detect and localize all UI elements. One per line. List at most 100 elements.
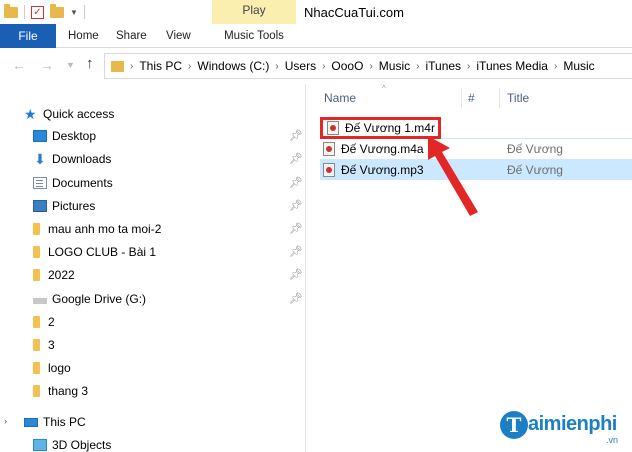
pin-icon[interactable]: 📌︎ (289, 222, 303, 235)
folder-icon (33, 339, 40, 351)
folder-icon (33, 316, 40, 328)
documents-icon (33, 177, 47, 189)
watermark-logo-mark: T (500, 411, 528, 439)
chevron-right-icon[interactable]: › (320, 61, 327, 72)
nav-label: Downloads (52, 152, 112, 166)
drive-icon (33, 298, 47, 304)
pin-icon[interactable]: 📌︎ (289, 245, 303, 258)
pin-icon[interactable]: 📌︎ (289, 199, 303, 212)
nav-label: 3D Objects (52, 438, 112, 452)
address-bar[interactable]: › This PC › Windows (C:) › Users › OooO … (104, 53, 632, 79)
folder-icon (33, 385, 40, 397)
tab-music-tools[interactable]: Music Tools (212, 24, 296, 48)
nav-label: Desktop (52, 129, 97, 143)
forward-arrow-icon[interactable]: → (40, 57, 54, 73)
recent-locations-chevron-icon[interactable]: ▼ (66, 60, 75, 70)
column-header-name[interactable]: Name (324, 91, 356, 105)
audio-file-icon (327, 121, 339, 135)
back-arrow-icon[interactable]: ← (12, 57, 26, 73)
tab-file[interactable]: File (0, 24, 56, 48)
file-title: Đế Vương (507, 141, 563, 156)
nav-quick-access[interactable]: ★ Quick access (24, 103, 330, 125)
nav-label: thang 3 (48, 384, 89, 398)
chevron-right-icon[interactable]: › (273, 61, 280, 72)
nav-label: mau anh mo ta moi-2 (48, 222, 162, 236)
nav-label: 2022 (48, 268, 75, 282)
breadcrumb-music[interactable]: Music (375, 59, 414, 73)
watermark-brand: aimienphi (528, 413, 617, 435)
file-title: Đế Vương (507, 162, 563, 177)
breadcrumb-itunes[interactable]: iTunes (421, 59, 465, 73)
properties-icon[interactable]: ✓ (31, 5, 44, 19)
chevron-down-icon[interactable]: ▼ (70, 8, 78, 17)
nav-label: Pictures (52, 199, 96, 213)
chevron-right-icon[interactable]: › (552, 61, 559, 72)
nav-label: 3 (48, 338, 55, 352)
title-bar: ✓ ▼ Play NhacCuaTui.com (0, 0, 632, 48)
breadcrumb-itunes-media[interactable]: iTunes Media (472, 59, 552, 73)
sort-chevron-icon: ^ (382, 84, 386, 93)
address-bar-area: ← → ▼ ↑ › This PC › Windows (C:) › Users… (0, 49, 632, 83)
column-divider[interactable] (461, 88, 462, 108)
folder-icon (33, 223, 40, 235)
computer-icon (24, 417, 38, 427)
folder-icon (33, 362, 40, 374)
pin-icon[interactable]: 📌︎ (289, 268, 303, 281)
folder-icon (33, 246, 40, 258)
nav-item-3d-objects[interactable]: 3D Objects (33, 434, 339, 452)
quick-access-toolbar: ✓ ▼ (4, 3, 85, 19)
pin-icon[interactable]: 📌︎ (289, 129, 303, 142)
chevron-right-icon[interactable]: › (367, 61, 374, 72)
nav-this-pc[interactable]: This PC (24, 411, 330, 433)
expand-chevron-icon[interactable]: › (4, 416, 7, 426)
folder-icon (111, 60, 124, 72)
tab-view[interactable]: View (166, 24, 191, 48)
pictures-icon (33, 200, 47, 212)
audio-file-icon (323, 162, 335, 177)
downloads-icon: ⬇ (34, 151, 46, 167)
nav-label: This PC (43, 415, 86, 429)
navigation-pane[interactable]: ★ Quick access Desktop 📌︎ ⬇ Downloads 📌︎… (0, 84, 306, 452)
chevron-right-icon[interactable]: › (128, 61, 135, 72)
tab-share[interactable]: Share (116, 24, 147, 48)
file-name: Đế Vương.mp3 (341, 162, 424, 177)
column-header-title[interactable]: Title (507, 91, 529, 105)
chevron-right-icon[interactable]: › (465, 61, 472, 72)
chevron-right-icon[interactable]: › (186, 61, 193, 72)
nav-label: 2 (48, 315, 55, 329)
contextual-tab-label: Play (242, 3, 266, 17)
chevron-right-icon[interactable]: › (414, 61, 421, 72)
annotation-arrow-icon (428, 136, 478, 216)
pin-icon[interactable]: 📌︎ (289, 176, 303, 189)
breadcrumb-windows-c[interactable]: Windows (C:) (193, 59, 273, 73)
folder-icon (33, 269, 40, 281)
nav-label: logo (48, 361, 71, 375)
nav-item-folder[interactable]: logo (29, 357, 335, 379)
nav-item-folder[interactable]: thang 3 (29, 380, 335, 402)
nav-label: Documents (52, 176, 113, 190)
nav-label: LOGO CLUB - Bài 1 (48, 245, 157, 259)
folder-icon (4, 3, 18, 18)
watermark-tld: .vn (606, 435, 619, 445)
new-folder-icon[interactable] (50, 3, 64, 18)
desktop-icon (33, 130, 47, 142)
breadcrumb-this-pc[interactable]: This PC (135, 59, 186, 73)
breadcrumb-music-current[interactable]: Music (559, 59, 598, 73)
file-name: Đế Vương.m4a (341, 141, 424, 156)
watermark-logo: T aimienphi .vn (500, 405, 630, 445)
nav-item-folder[interactable]: 3 (29, 334, 335, 356)
tab-home[interactable]: Home (68, 24, 99, 48)
breadcrumb-user[interactable]: OooO (327, 59, 367, 73)
star-icon: ★ (24, 106, 37, 122)
column-header-number[interactable]: # (468, 91, 475, 105)
audio-file-icon (323, 141, 335, 156)
window-title: NhacCuaTui.com (304, 5, 404, 20)
pin-icon[interactable]: 📌︎ (289, 152, 303, 165)
pin-icon[interactable]: 📌︎ (289, 292, 303, 305)
up-arrow-icon[interactable]: ↑ (86, 55, 94, 72)
nav-item-folder[interactable]: 2 (29, 311, 335, 333)
breadcrumb-users[interactable]: Users (281, 59, 320, 73)
nav-label: Google Drive (G:) (52, 292, 147, 306)
column-divider[interactable] (499, 88, 500, 108)
toolbar-divider (24, 5, 25, 19)
